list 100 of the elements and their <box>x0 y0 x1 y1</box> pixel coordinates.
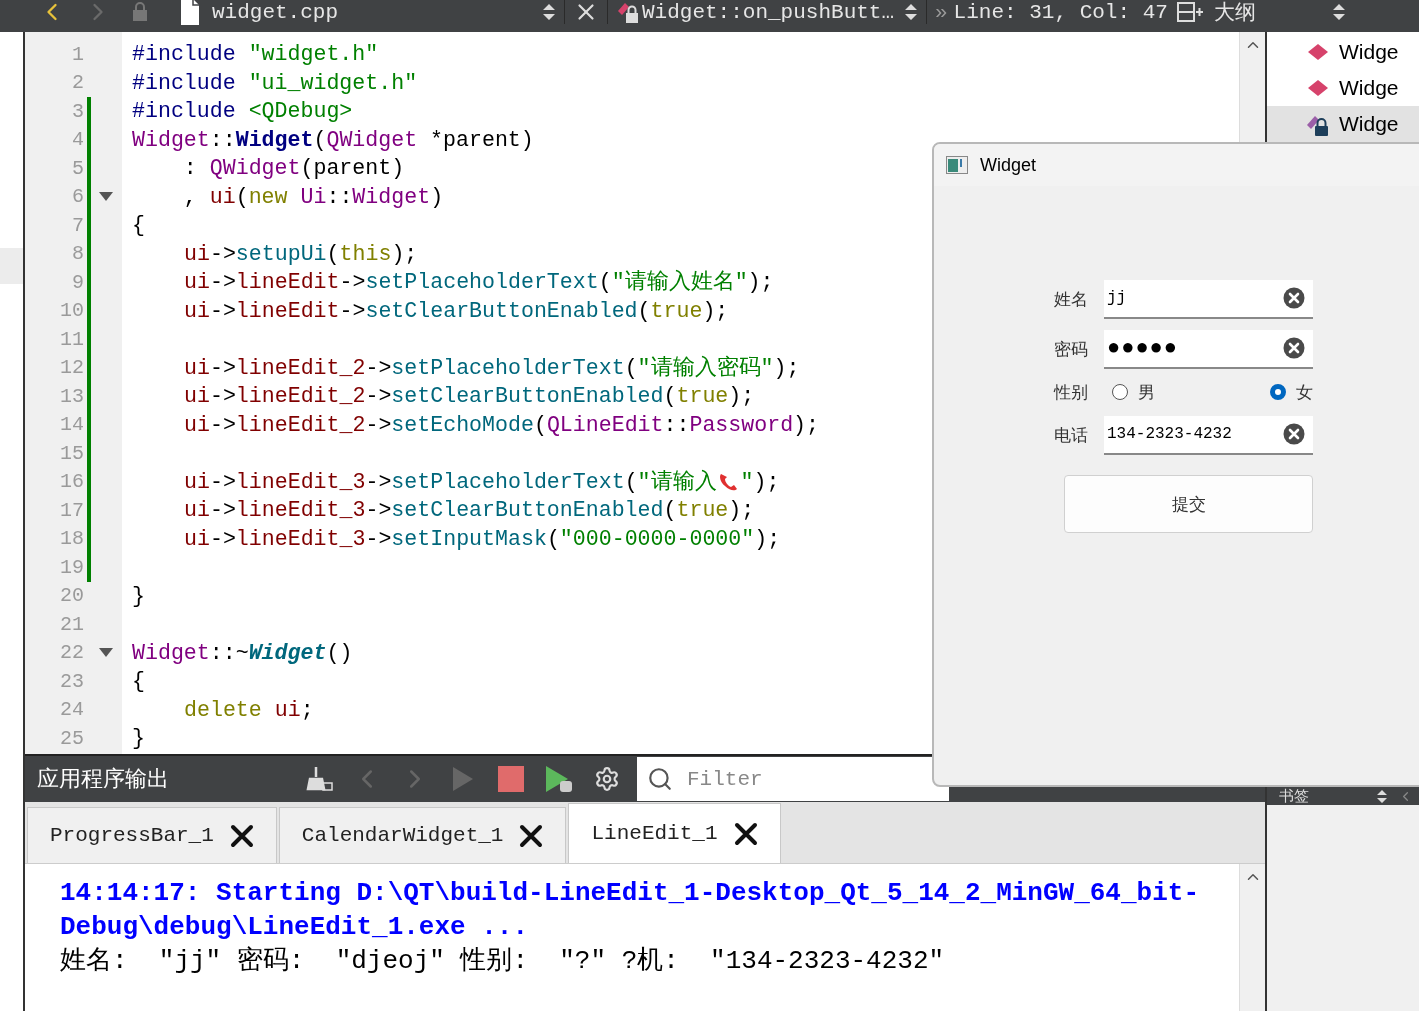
row-highlight <box>0 248 23 284</box>
search-icon <box>647 766 673 792</box>
code-token: ui <box>184 269 210 296</box>
code-token: ); <box>747 269 774 296</box>
fold-arrow-icon[interactable] <box>99 647 113 658</box>
line-number: 18 <box>59 527 85 551</box>
file-name[interactable]: widget.cpp <box>212 0 542 24</box>
line-number: 15 <box>59 441 85 465</box>
line-number: 17 <box>59 498 85 522</box>
filter-field[interactable]: Filter <box>637 757 949 801</box>
field-value: ●●●●● <box>1107 335 1178 361</box>
close-icon[interactable] <box>733 821 758 846</box>
outline-item[interactable]: Widge <box>1267 70 1419 106</box>
field-label: 性别 <box>1054 380 1089 404</box>
code-token: lineEdit_3 <box>235 497 366 524</box>
code-token: ( <box>533 411 547 439</box>
code-token: -> <box>209 411 236 439</box>
code-token: ); <box>773 354 800 382</box>
radio-label: 男 <box>1138 380 1155 404</box>
file-icon[interactable] <box>178 0 202 26</box>
radio-label: 女 <box>1296 380 1313 404</box>
clear-icon[interactable] <box>1283 337 1305 359</box>
code-token: ( <box>637 297 651 325</box>
code-token: true <box>650 297 703 325</box>
code-token: <QDebug> <box>248 98 353 125</box>
code-token: } <box>132 582 145 610</box>
code-token: "ui_widget.h" <box>248 69 418 97</box>
radio-button[interactable] <box>1112 384 1128 400</box>
symbol-dropdown-icon[interactable] <box>904 2 918 22</box>
fold-arrow-icon[interactable] <box>99 191 113 202</box>
split-icon[interactable] <box>1175 0 1204 24</box>
code-token: ( <box>663 497 677 524</box>
close-icon[interactable] <box>519 823 544 848</box>
window-title: Widget <box>980 154 1037 176</box>
line-number: 21 <box>59 612 85 636</box>
code-token: "000-0000-0000" <box>559 525 755 553</box>
radio-button[interactable] <box>1270 384 1286 400</box>
field-label: 姓名 <box>1054 287 1089 311</box>
code-token: setPlaceholderText <box>391 354 625 382</box>
code-token: : <box>182 155 198 182</box>
code-token: setInputMask <box>391 525 547 553</box>
code-token: -> <box>365 497 392 524</box>
outline-item[interactable]: Widge <box>1267 34 1419 70</box>
code-token: QLineEdit <box>546 411 664 439</box>
code-token: Widget <box>248 639 327 667</box>
debug-run-icon[interactable] <box>544 764 574 794</box>
more-arrows[interactable]: » <box>935 0 948 24</box>
code-token: this <box>339 240 392 268</box>
code-token: true <box>676 383 729 410</box>
code-token: ); <box>728 497 755 524</box>
clear-icon[interactable] <box>1283 287 1305 309</box>
output-tab[interactable]: CalendarWidget_1 <box>278 807 567 863</box>
symbol-selector[interactable]: Widget::on_pushButt… <box>642 0 904 24</box>
output-tab[interactable]: LineEdit_1 <box>568 803 781 863</box>
code-token: ui <box>184 297 210 325</box>
code-token: -> <box>365 354 392 382</box>
broom-icon[interactable] <box>305 765 333 793</box>
input-field[interactable]: ●●●●● <box>1104 329 1313 369</box>
code-token: QWidget <box>209 155 301 182</box>
line-number: 23 <box>59 669 85 693</box>
code-token: ::~ <box>209 639 249 667</box>
code-token: -> <box>339 269 366 296</box>
line-number: 16 <box>59 470 85 494</box>
outline-dropdown-icon[interactable] <box>1331 2 1346 22</box>
code-token: setClearButtonEnabled <box>365 297 638 325</box>
outline-item[interactable]: Widge <box>1267 106 1419 142</box>
code-token: setClearButtonEnabled <box>391 383 664 410</box>
field-label: 电话 <box>1054 423 1089 447</box>
code-token: setupUi <box>235 240 327 268</box>
input-field[interactable]: jj <box>1104 279 1313 319</box>
code-token: -> <box>365 525 392 553</box>
code-token: lineEdit_2 <box>235 383 366 410</box>
input-field[interactable]: 134-2323-4232 <box>1104 415 1313 455</box>
code-token: setEchoMode <box>391 411 534 439</box>
code-token: -> <box>209 525 236 553</box>
line-number: 19 <box>59 555 85 579</box>
bookmarks-title[interactable]: 书签 <box>1279 788 1309 804</box>
clear-icon[interactable] <box>1283 423 1305 445</box>
submit-button[interactable]: 提交 <box>1064 475 1313 533</box>
line-number: 11 <box>59 327 85 351</box>
line-number: 8 <box>71 242 85 266</box>
file-dropdown-icon[interactable] <box>542 2 556 22</box>
code-token: -> <box>365 383 392 410</box>
code-token: #include <box>132 98 237 125</box>
code-token: () <box>326 639 353 667</box>
window-icon <box>946 156 968 174</box>
settings-icon[interactable] <box>594 766 620 792</box>
code-token: -> <box>209 297 236 325</box>
output-tab[interactable]: ProgressBar_1 <box>27 807 277 863</box>
line-number: 12 <box>59 356 85 380</box>
bookmarks-dropdown-icon[interactable] <box>1376 789 1388 804</box>
line-number: 13 <box>59 384 85 408</box>
code-token: ui <box>273 696 301 724</box>
outline-title[interactable]: 大纲 <box>1213 0 1332 26</box>
line-number: 22 <box>59 641 85 665</box>
close-icon[interactable] <box>229 823 254 848</box>
code-token: ui <box>184 411 210 439</box>
code-token: -> <box>209 468 236 496</box>
line-number: 2 <box>71 71 85 95</box>
code-token: ); <box>702 297 729 325</box>
